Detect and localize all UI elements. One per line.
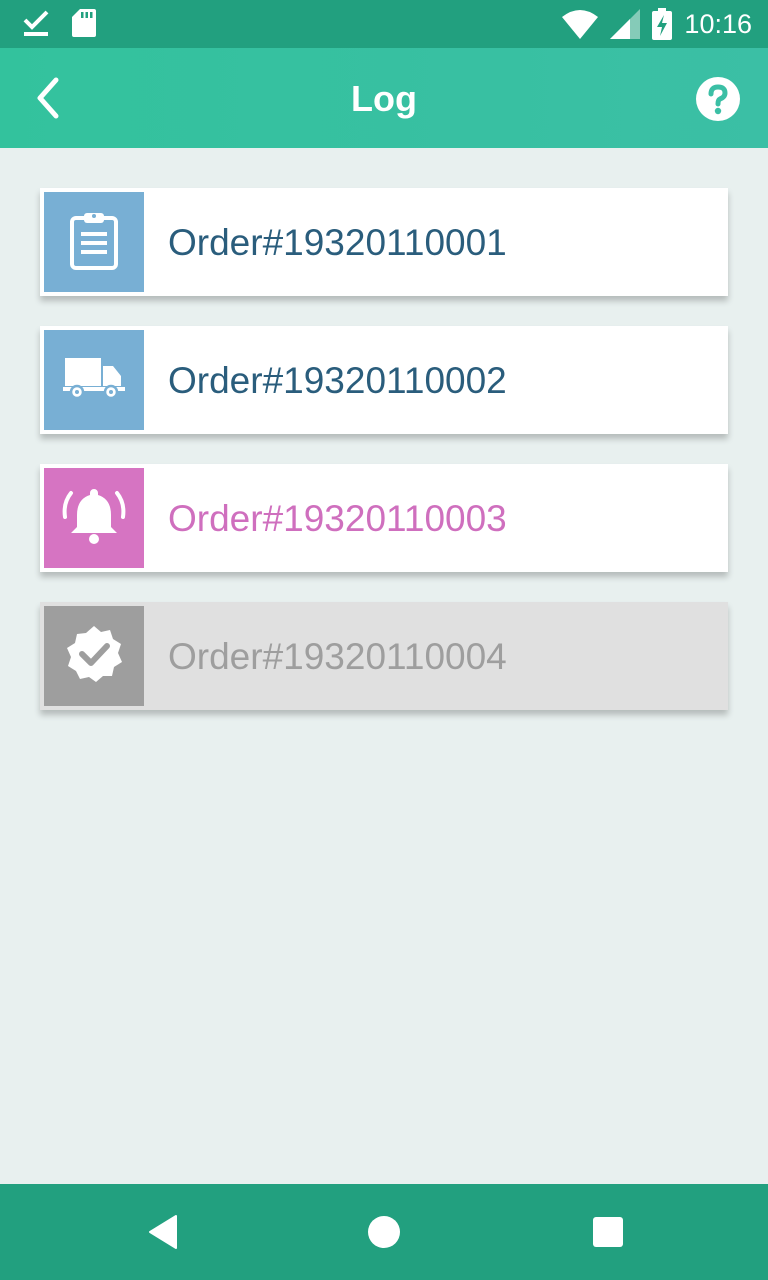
order-label: Order#19320110003 bbox=[168, 498, 507, 539]
nav-back-button[interactable] bbox=[146, 1214, 182, 1250]
download-done-icon bbox=[22, 8, 50, 38]
order-item-4[interactable]: Order#19320110004 bbox=[40, 602, 728, 710]
nav-home-button[interactable] bbox=[366, 1214, 402, 1250]
order-icon-box bbox=[44, 468, 144, 568]
battery-charging-icon bbox=[652, 8, 673, 40]
order-icon-box bbox=[44, 192, 144, 292]
system-nav-bar bbox=[0, 1184, 768, 1280]
signal-icon bbox=[610, 9, 641, 39]
sd-card-icon bbox=[72, 8, 96, 38]
home-circle-icon bbox=[366, 1216, 402, 1254]
order-icon-box bbox=[44, 330, 144, 430]
recents-square-icon bbox=[590, 1217, 626, 1254]
order-list: Order#19320110001 Order#19320110002 Orde… bbox=[40, 188, 728, 740]
help-circle-icon bbox=[696, 77, 740, 125]
status-time: 10:16 bbox=[684, 9, 752, 39]
app-bar: Log bbox=[0, 48, 768, 148]
page-title: Log bbox=[351, 78, 417, 119]
truck-icon bbox=[63, 356, 125, 405]
back-triangle-icon bbox=[146, 1215, 182, 1254]
order-item-2[interactable]: Order#19320110002 bbox=[40, 326, 728, 434]
clipboard-icon bbox=[69, 210, 119, 275]
verified-check-icon bbox=[64, 624, 124, 689]
wifi-icon bbox=[562, 9, 599, 39]
order-icon-box bbox=[44, 606, 144, 706]
order-label: Order#19320110002 bbox=[168, 360, 507, 401]
help-button[interactable] bbox=[696, 77, 740, 121]
bell-alert-icon bbox=[61, 485, 127, 552]
nav-recents-button[interactable] bbox=[590, 1214, 626, 1250]
status-bar: 10:16 bbox=[0, 0, 768, 48]
order-label: Order#19320110001 bbox=[168, 222, 507, 263]
order-item-3[interactable]: Order#19320110003 bbox=[40, 464, 728, 572]
order-item-1[interactable]: Order#19320110001 bbox=[40, 188, 728, 296]
order-label: Order#19320110004 bbox=[168, 636, 507, 677]
